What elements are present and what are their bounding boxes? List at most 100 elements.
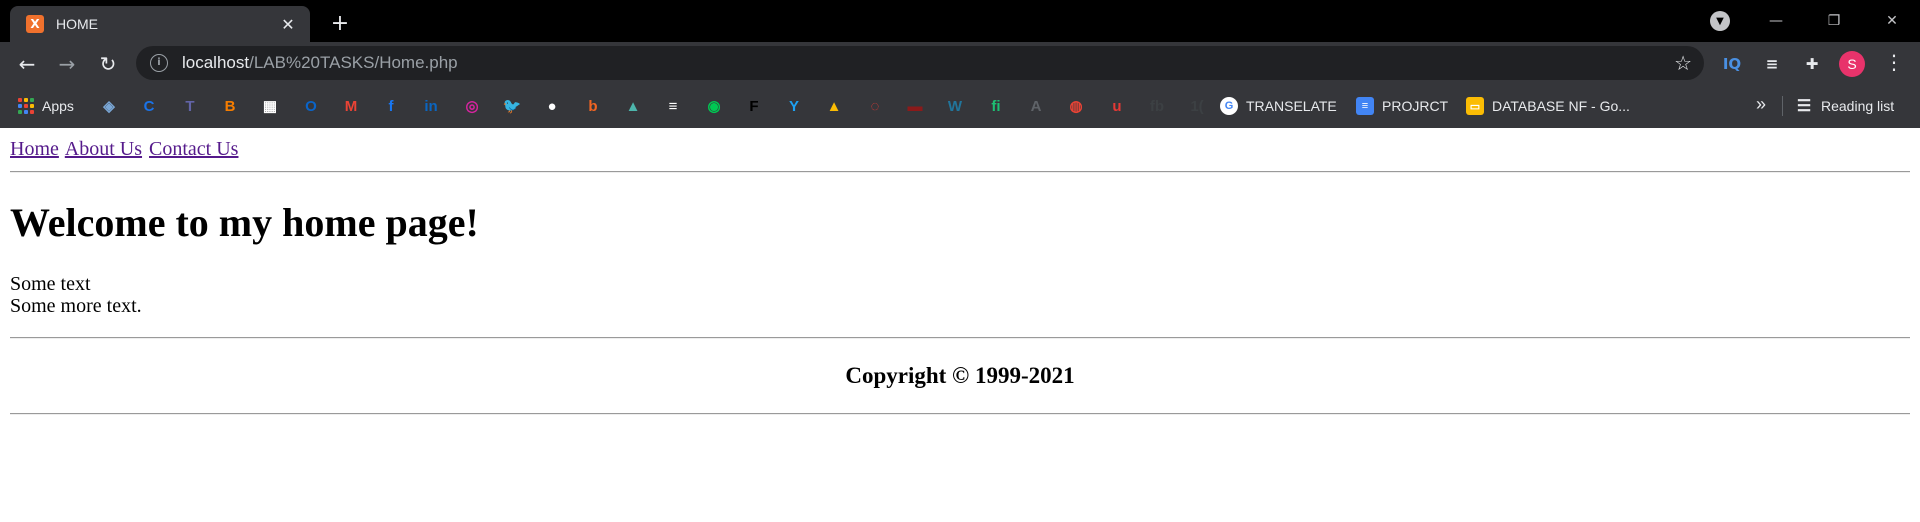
bookmark-u-red[interactable]: u bbox=[1108, 96, 1126, 116]
profile-avatar[interactable]: S bbox=[1839, 51, 1865, 77]
bookmark-outlook[interactable]: O bbox=[302, 96, 320, 116]
tab-title: HOME bbox=[56, 16, 98, 32]
bookmark-fb-dark[interactable]: fb bbox=[1148, 96, 1166, 116]
bookmark-labeled[interactable]: G TRANSELATE bbox=[1220, 96, 1337, 116]
linkedin-icon: in bbox=[424, 97, 438, 115]
page-heading: Welcome to my home page! bbox=[10, 200, 479, 245]
site-nav: Home About Us Contact Us bbox=[10, 138, 1910, 161]
more-bookmarks-chevron-icon[interactable]: » bbox=[1756, 94, 1766, 115]
bookmark-label: DATABASE NF - Go... bbox=[1492, 98, 1630, 114]
docs-icon: ≡ bbox=[1356, 97, 1374, 115]
slides-icon: ▭ bbox=[1466, 97, 1484, 115]
bookmark-instagram[interactable]: ◎ bbox=[463, 96, 481, 116]
bookmark-fiverr[interactable]: fi bbox=[987, 96, 1005, 116]
back-arrow-icon[interactable]: ← bbox=[13, 50, 41, 78]
divider bbox=[10, 337, 1910, 339]
instagram-icon: ◎ bbox=[465, 98, 479, 115]
github-icon: ● bbox=[547, 97, 557, 115]
bookmark-label: TRANSELATE bbox=[1246, 98, 1337, 114]
restore-icon[interactable]: ❐ bbox=[1806, 0, 1862, 42]
stack-icon: ≡ bbox=[668, 97, 678, 115]
close-tab-icon[interactable]: ✕ bbox=[278, 15, 298, 34]
forward-arrow-icon[interactable]: → bbox=[53, 50, 81, 78]
b-circle-icon: b bbox=[588, 97, 598, 115]
apps-grid-icon bbox=[18, 98, 34, 114]
address-bar[interactable]: i localhost/LAB%20TASKS/Home.php ☆ bbox=[136, 46, 1704, 80]
drive-icon: ▲ bbox=[826, 97, 842, 115]
reload-icon[interactable]: ↻ bbox=[94, 50, 122, 78]
nav-link-about-us[interactable]: About Us bbox=[65, 138, 142, 160]
twitter-icon: 🐦 bbox=[502, 98, 522, 115]
bookmark-github[interactable]: ● bbox=[543, 96, 561, 116]
browser-toolbar: ← → ↻ i localhost/LAB%20TASKS/Home.php ☆… bbox=[0, 42, 1920, 84]
bookmark-apps[interactable]: Apps bbox=[18, 96, 74, 116]
fb-dark-icon: fb bbox=[1149, 97, 1165, 115]
xampp-favicon-icon: X bbox=[26, 15, 44, 33]
fiverr-icon: fi bbox=[991, 97, 1001, 115]
y-blue-icon: Y bbox=[788, 97, 799, 115]
bookmark-linkedin[interactable]: in bbox=[422, 96, 440, 116]
bookmark-star-icon[interactable]: ☆ bbox=[1674, 51, 1692, 75]
page-content: Home About Us Contact Us Welcome to my h… bbox=[0, 138, 1920, 415]
bookmark-label: PROJRCT bbox=[1382, 98, 1449, 114]
stack-extension-icon[interactable]: ≡ bbox=[1760, 52, 1784, 76]
bookmark-gmail[interactable]: M bbox=[342, 96, 360, 116]
tab-search-icon[interactable]: ▼ bbox=[1710, 11, 1730, 31]
bookmark-f-black[interactable]: F bbox=[745, 96, 763, 116]
divider bbox=[10, 413, 1910, 415]
nav-link-home[interactable]: Home bbox=[10, 138, 59, 160]
teams-icon: T bbox=[185, 97, 195, 115]
f-black-icon: F bbox=[749, 97, 759, 115]
bookmark-chrome[interactable]: ◍ bbox=[1067, 96, 1085, 116]
bookmark-translate-a[interactable]: A bbox=[1027, 96, 1045, 116]
bookmark-b-circle[interactable]: b bbox=[584, 96, 602, 116]
chrome-icon: ◍ bbox=[1069, 98, 1083, 115]
window-close-icon[interactable]: ✕ bbox=[1864, 0, 1920, 42]
gmail-icon: M bbox=[344, 97, 358, 115]
tv-dark-icon: 1( bbox=[1190, 97, 1204, 115]
bookmark-c[interactable]: C bbox=[140, 96, 158, 116]
url-text[interactable]: localhost/LAB%20TASKS/Home.php bbox=[182, 53, 458, 73]
new-tab-button[interactable]: + bbox=[326, 10, 354, 38]
bookmark-stack[interactable]: ≡ bbox=[664, 96, 682, 116]
wordpress-icon: W bbox=[947, 97, 963, 115]
bookmark-tv-dark[interactable]: 1( bbox=[1188, 96, 1206, 116]
copyright-footer: Copyright © 1999-2021 bbox=[845, 363, 1075, 388]
tab-strip: X HOME ✕ + ▼ — ❐ ✕ bbox=[0, 0, 1920, 42]
bookmark-drive[interactable]: ▲ bbox=[825, 96, 843, 116]
kebab-menu-icon[interactable]: ⋮ bbox=[1884, 50, 1904, 74]
bookmark-twitter[interactable]: 🐦 bbox=[502, 96, 522, 116]
bookmark-labeled[interactable]: ▭ DATABASE NF - Go... bbox=[1466, 96, 1630, 116]
reading-list-label: Reading list bbox=[1821, 98, 1895, 114]
facebook-icon: f bbox=[388, 97, 394, 115]
reading-list-icon: ☰ bbox=[1796, 98, 1812, 115]
divider bbox=[10, 171, 1910, 173]
body-text-line: Some more text. bbox=[10, 295, 142, 317]
shapes-icon: ▲ bbox=[625, 97, 641, 115]
bookmark-facebook[interactable]: f bbox=[382, 96, 400, 116]
bookmark-blogger[interactable]: B bbox=[221, 96, 239, 116]
blogger-icon: B bbox=[224, 97, 236, 115]
minimize-icon[interactable]: — bbox=[1748, 0, 1804, 42]
bookmark-labeled[interactable]: ≡ PROJRCT bbox=[1356, 96, 1448, 116]
bookmark-shield[interactable]: ◈ bbox=[100, 96, 118, 116]
bookmark-ring[interactable]: ◌ bbox=[866, 96, 884, 116]
bookmark-photo[interactable]: ▦ bbox=[261, 96, 279, 116]
u-red-icon: u bbox=[1112, 97, 1122, 115]
site-info-icon[interactable]: i bbox=[150, 54, 168, 72]
bookmark-green-circle[interactable]: ◉ bbox=[705, 96, 723, 116]
reading-list-button[interactable]: ☰ Reading list bbox=[1795, 96, 1894, 116]
bookmarks-bar: Apps ◈ C T B ▦ O Mf in ◎ 🐦 ● b ▲ ≡ ◉ F Y ▲ ◌ ▬ Wfi A ◍ u fb 1( GT… bbox=[0, 84, 1920, 128]
browser-tab[interactable]: X HOME ✕ bbox=[10, 6, 310, 42]
bookmark-wordpress[interactable]: W bbox=[946, 96, 964, 116]
nav-link-contact-us[interactable]: Contact Us bbox=[149, 138, 238, 160]
iq-extension-icon[interactable]: IQ bbox=[1720, 52, 1744, 76]
shield-icon: ◈ bbox=[103, 98, 115, 115]
bookmark-teams[interactable]: T bbox=[181, 96, 199, 116]
photo-icon: ▦ bbox=[262, 98, 278, 115]
extensions-puzzle-icon[interactable]: ✚ bbox=[1800, 52, 1824, 76]
ring-icon: ◌ bbox=[870, 97, 880, 115]
bookmark-shapes[interactable]: ▲ bbox=[624, 96, 642, 116]
bookmark-y-blue[interactable]: Y bbox=[785, 96, 803, 116]
bookmark-red-bar[interactable]: ▬ bbox=[906, 96, 924, 116]
